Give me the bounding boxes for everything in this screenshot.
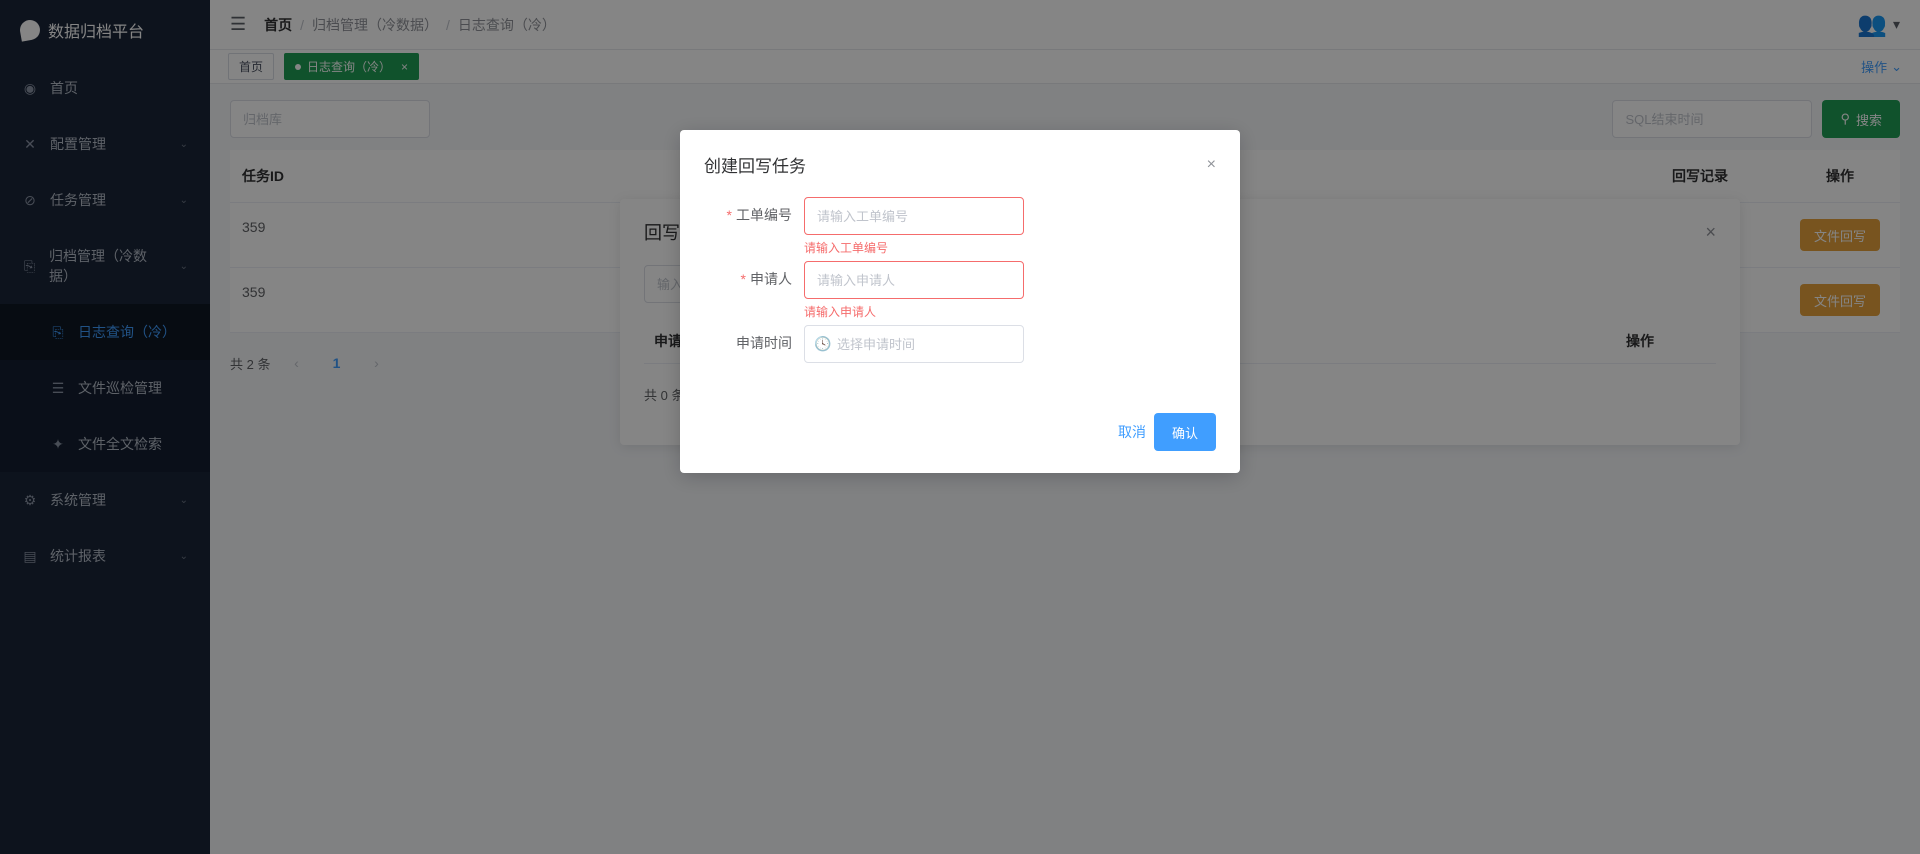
order-no-input[interactable]	[804, 197, 1024, 235]
modal-title: 创建回写任务	[704, 152, 806, 177]
create-rewrite-task-modal: 创建回写任务 × *工单编号 请输入工单编号 *申请人 请输入申请人 申请时间 …	[680, 130, 1240, 473]
clock-icon: 🕓	[814, 336, 831, 353]
order-no-error: 请输入工单编号	[804, 239, 1216, 255]
order-no-label: *工单编号	[704, 197, 804, 225]
confirm-button[interactable]: 确认	[1154, 413, 1216, 451]
applicant-error: 请输入申请人	[804, 303, 1216, 319]
apply-time-label: 申请时间	[704, 325, 804, 353]
applicant-input[interactable]	[804, 261, 1024, 299]
close-icon[interactable]: ×	[1207, 156, 1216, 174]
cancel-button[interactable]: 取消	[1118, 413, 1146, 451]
applicant-label: *申请人	[704, 261, 804, 289]
apply-time-input[interactable]	[804, 325, 1024, 363]
